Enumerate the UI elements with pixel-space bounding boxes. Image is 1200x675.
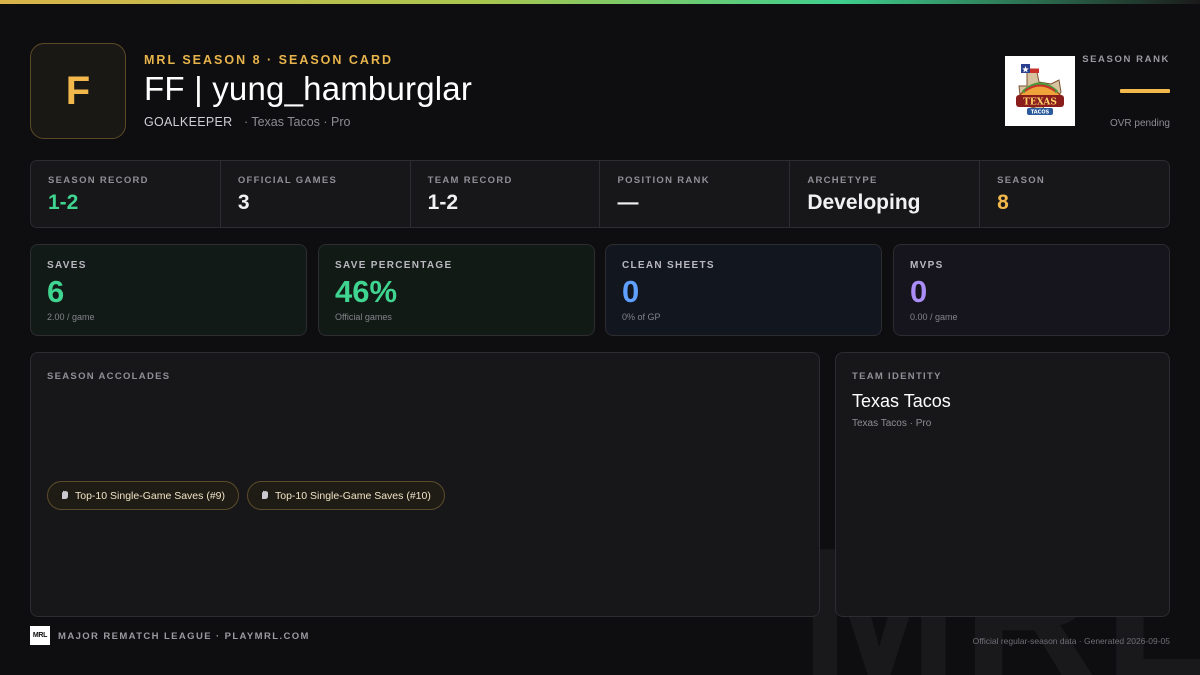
- svg-text:TACOS: TACOS: [1031, 110, 1050, 116]
- season-rank-label: SEASON RANK: [1082, 54, 1170, 65]
- footer-data-note: Official regular-season data · Generated…: [972, 636, 1170, 646]
- info-label: SEASON: [997, 175, 1046, 186]
- season-info-strip: SEASON RECORD 1-2 OFFICIAL GAMES 3 TEAM …: [30, 160, 1170, 228]
- stat-value: 0: [622, 274, 640, 309]
- info-label: OFFICIAL GAMES: [237, 175, 338, 186]
- stat-subtext: 2.00 / game: [47, 312, 95, 322]
- stat-value: 46%: [335, 274, 398, 309]
- team-subtext: Texas Tacos · Pro: [852, 418, 932, 429]
- accolade-chip: Top-10 Single-Game Saves (#10): [247, 481, 445, 510]
- info-value: —: [617, 191, 639, 214]
- accolade-text: Top-10 Single-Game Saves (#9): [75, 489, 225, 502]
- info-value: Developing: [807, 191, 921, 214]
- info-label: TEAM RECORD: [427, 175, 513, 186]
- panel-label: TEAM IDENTITY: [852, 371, 942, 382]
- stat-subtext: 0% of GP: [622, 312, 661, 322]
- player-name: FF | yung_hamburglar: [144, 70, 473, 107]
- glove-icon: [260, 490, 270, 502]
- stat-value: 0: [910, 274, 928, 309]
- stat-subtext: 0.00 / game: [910, 312, 958, 322]
- top-accent-bar: [0, 0, 1200, 4]
- info-value: 3: [237, 191, 250, 214]
- mrl-logo: MRL: [30, 626, 50, 645]
- glove-icon: [60, 490, 70, 502]
- texas-tacos-logo-icon: TEXAS TACOS: [1016, 64, 1064, 116]
- stat-value: 6: [47, 274, 65, 309]
- panel-label: SEASON ACCOLADES: [47, 371, 171, 382]
- stat-label: SAVES: [47, 260, 87, 271]
- stat-label: CLEAN SHEETS: [622, 260, 715, 271]
- ovr-pending-note: OVR pending: [1109, 118, 1170, 129]
- stat-subtext: Official games: [335, 312, 392, 322]
- team-logo: TEXAS TACOS: [1005, 56, 1075, 126]
- season-rank-placeholder: [1120, 89, 1170, 93]
- stat-label: MVPS: [910, 260, 944, 271]
- info-label: ARCHETYPE: [807, 175, 878, 186]
- info-value: 1-2: [427, 191, 459, 214]
- player-meta: GOALKEEPER · Texas Tacos · Pro: [144, 115, 350, 129]
- season-accolades-panel: SEASON ACCOLADES Top-10 Single-Game Save…: [30, 352, 820, 617]
- card-eyebrow: MRL SEASON 8 · SEASON CARD: [144, 53, 394, 67]
- info-archetype: ARCHETYPE Developing: [790, 161, 981, 227]
- info-official-games: OFFICIAL GAMES 3: [221, 161, 411, 227]
- stat-card-saves: SAVES 6 2.00 / game: [30, 244, 307, 336]
- stat-card-clean-sheets: CLEAN SHEETS 0 0% of GP: [605, 244, 882, 336]
- accolade-chip: Top-10 Single-Game Saves (#9): [47, 481, 239, 510]
- info-value: 8: [997, 191, 1009, 214]
- info-label: SEASON RECORD: [48, 175, 149, 186]
- player-grade-badge: F: [30, 43, 126, 139]
- info-season-record: SEASON RECORD 1-2: [31, 161, 221, 227]
- info-position-rank: POSITION RANK —: [600, 161, 791, 227]
- stat-label: SAVE PERCENTAGE: [335, 260, 453, 271]
- info-team-record: TEAM RECORD 1-2: [411, 161, 601, 227]
- info-season: SEASON 8: [980, 161, 1169, 227]
- team-identity-panel: TEAM IDENTITY Texas Tacos Texas Tacos · …: [835, 352, 1170, 617]
- info-label: POSITION RANK: [617, 175, 710, 186]
- accolade-list: Top-10 Single-Game Saves (#9) Top-10 Sin…: [47, 481, 445, 510]
- info-value: 1-2: [48, 191, 79, 214]
- player-team-line: · Texas Tacos · Pro: [243, 115, 351, 129]
- stat-card-save-percentage: SAVE PERCENTAGE 46% Official games: [318, 244, 595, 336]
- team-name: Texas Tacos: [852, 391, 951, 411]
- stat-card-mvps: MVPS 0 0.00 / game: [893, 244, 1170, 336]
- svg-text:TEXAS: TEXAS: [1023, 98, 1057, 108]
- accolade-text: Top-10 Single-Game Saves (#10): [275, 489, 431, 502]
- footer-league-text: MAJOR REMATCH LEAGUE · PLAYMRL.COM: [58, 631, 310, 642]
- player-position: GOALKEEPER: [144, 115, 233, 129]
